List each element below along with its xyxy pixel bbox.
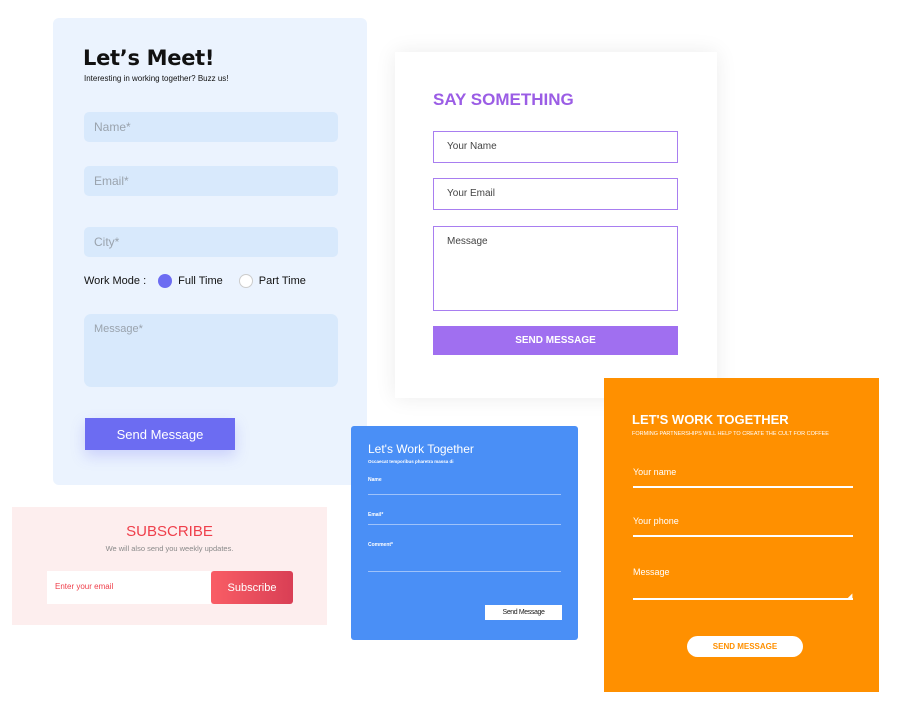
message-textarea[interactable]: Message: [633, 567, 670, 577]
phone-underline: [633, 535, 853, 537]
send-message-button[interactable]: SEND MESSAGE: [433, 326, 678, 355]
email-input[interactable]: Email*: [84, 166, 338, 196]
orange-form-subtitle: FORMING PARTNERSHIPS WILL HELP TO CREATE…: [632, 431, 829, 437]
orange-form-title: LET'S WORK TOGETHER: [632, 412, 789, 427]
radio-full-time[interactable]: Full Time: [158, 274, 223, 288]
resize-handle-icon[interactable]: ◢: [847, 592, 852, 600]
your-email-input[interactable]: Your Email: [433, 178, 678, 210]
subscribe-title: SUBSCRIBE: [126, 523, 213, 540]
email-input[interactable]: [368, 524, 561, 525]
radio-full-time-label: Full Time: [178, 275, 223, 287]
orange-work-together-form-card: LET'S WORK TOGETHER FORMING PARTNERSHIPS…: [604, 378, 879, 692]
name-label: Name: [368, 477, 382, 483]
say-something-form-card: SAY SOMETHING Your Name Your Email Messa…: [395, 52, 717, 398]
say-something-title: SAY SOMETHING: [433, 90, 574, 109]
radio-part-time[interactable]: Part Time: [238, 274, 306, 288]
work-mode-group: Work Mode : Full Time Part Time: [84, 274, 306, 288]
subscribe-form-card: SUBSCRIBE We will also send you weekly u…: [12, 507, 327, 625]
subscribe-email-input[interactable]: Enter your email: [47, 571, 211, 604]
blue-form-title: Let's Work Together: [368, 442, 474, 456]
city-input[interactable]: City*: [84, 227, 338, 257]
blue-form-subtitle: Occaecat temporibus pharetra massa di: [368, 459, 454, 464]
send-message-button[interactable]: Send Message: [85, 418, 235, 450]
subscribe-button[interactable]: Subscribe: [211, 571, 293, 604]
message-textarea[interactable]: Message*: [84, 314, 338, 387]
your-name-input[interactable]: Your name: [633, 467, 676, 477]
message-underline: [633, 598, 853, 600]
lets-meet-form-card: Let’s Meet! Interesting in working toget…: [53, 18, 367, 485]
radio-unselected-icon: [238, 274, 253, 288]
message-textarea[interactable]: Message: [433, 226, 678, 311]
your-name-input[interactable]: Your Name: [433, 131, 678, 163]
name-input[interactable]: [368, 494, 561, 495]
blue-work-together-form-card: Let's Work Together Occaecat temporibus …: [351, 426, 578, 640]
comment-label: Comment*: [368, 542, 394, 548]
your-phone-input[interactable]: Your phone: [633, 516, 679, 526]
send-message-button[interactable]: SEND MESSAGE: [687, 636, 803, 657]
comment-input[interactable]: [368, 571, 561, 572]
work-mode-label: Work Mode :: [84, 275, 147, 287]
name-underline: [633, 486, 853, 488]
subscribe-subtitle: We will also send you weekly updates.: [105, 544, 234, 553]
radio-part-time-label: Part Time: [258, 275, 306, 287]
lets-meet-subtitle: Interesting in working together? Buzz us…: [84, 74, 229, 83]
email-label: Email*: [368, 512, 384, 518]
send-message-button[interactable]: Send Message: [485, 605, 562, 620]
lets-meet-title: Let’s Meet!: [83, 46, 215, 70]
radio-selected-icon: [158, 274, 173, 288]
name-input[interactable]: Name*: [84, 112, 338, 142]
